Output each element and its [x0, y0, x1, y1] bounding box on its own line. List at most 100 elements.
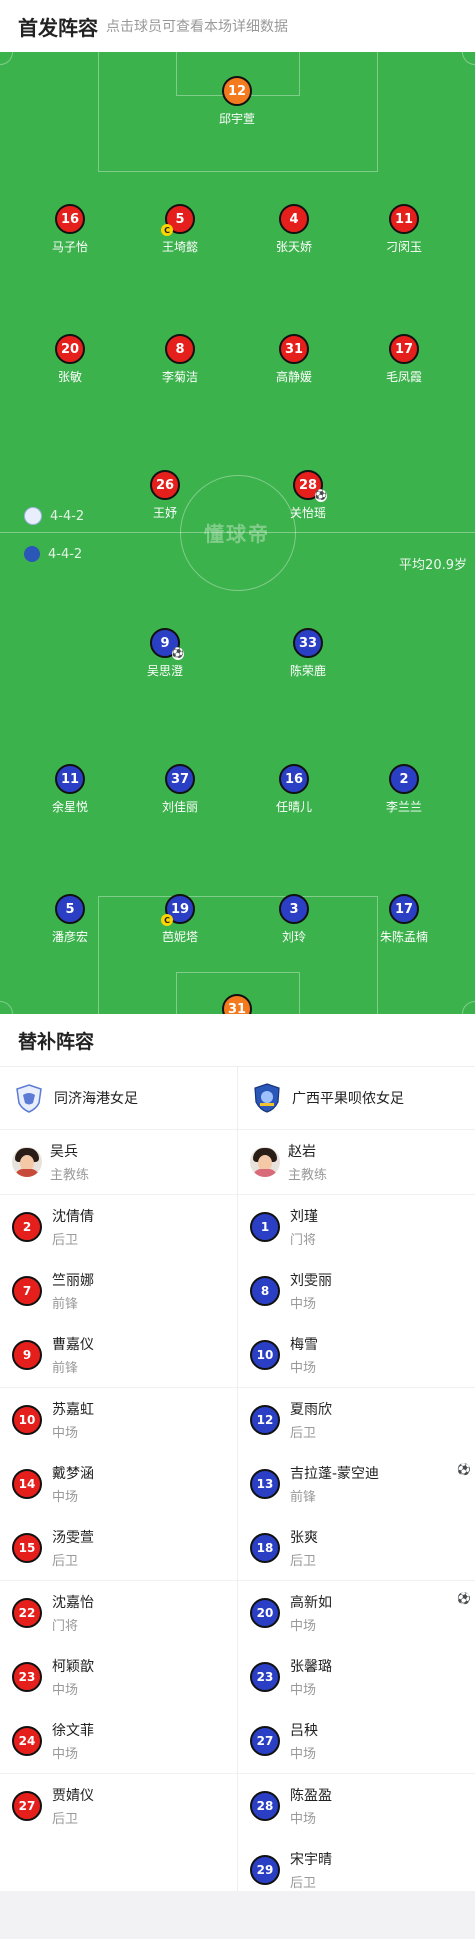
home-coach[interactable]: 吴兵 主教练	[0, 1130, 237, 1195]
player-name: 关怡瑶	[289, 506, 326, 520]
coach-name: 赵岩	[288, 1144, 316, 1160]
away-player[interactable]: 5 潘彦宏	[25, 894, 115, 945]
home-player[interactable]: 12 邱宇萱	[192, 76, 282, 127]
sub-player-position: 中场	[52, 1683, 79, 1698]
player-name: 潘彦宏	[51, 930, 88, 944]
home-team-icon	[24, 507, 42, 525]
sub-player-row[interactable]: 10 苏嘉虹 中场	[0, 1388, 237, 1452]
sub-player-row[interactable]: 22 沈嘉怡 门将	[0, 1581, 237, 1645]
corner-arc	[0, 1001, 13, 1014]
sub-player-name: 汤雯萱	[52, 1530, 94, 1546]
home-player[interactable]: 16 马子怡	[25, 204, 115, 255]
sub-player-name: 宋宇晴	[290, 1852, 332, 1868]
sub-player-row[interactable]: 7 竺丽娜 前锋	[0, 1259, 237, 1323]
home-player[interactable]: 20 张敏	[25, 334, 115, 385]
sub-player-row[interactable]: 27 贾婧仪 后卫	[0, 1774, 237, 1838]
sub-player-name: 苏嘉虹	[52, 1402, 94, 1418]
sub-player-name: 戴梦涵	[52, 1466, 94, 1482]
captain-badge-icon: C	[161, 914, 173, 926]
sub-player-row[interactable]: 27 吕秧 中场	[238, 1709, 475, 1774]
player-name: 马子怡	[51, 240, 88, 254]
sub-player-row[interactable]: 23 柯颖歆 中场	[0, 1645, 237, 1709]
home-team-header[interactable]: 同济海港女足	[0, 1067, 237, 1130]
home-player[interactable]: 11 刁闵玉	[359, 204, 449, 255]
lineup-page: 首发阵容 点击球员可查看本场详细数据 懂球帝 4-4-2 4-4-2 平均20.…	[0, 0, 475, 1939]
away-player[interactable]: 2 李兰兰	[359, 764, 449, 815]
sub-player-row[interactable]: 24 徐文菲 中场	[0, 1709, 237, 1774]
away-player[interactable]: 16 任晴儿	[249, 764, 339, 815]
sub-player-position: 前锋	[290, 1490, 317, 1505]
sub-player-number: 10	[250, 1340, 280, 1370]
sub-player-name: 刘雯丽	[290, 1273, 332, 1289]
away-player[interactable]: 19 C 芭妮塔	[135, 894, 225, 945]
sub-player-row[interactable]: 9 曹嘉仪 前锋	[0, 1323, 237, 1388]
sub-player-number: 23	[250, 1662, 280, 1692]
home-player[interactable]: 8 李菊洁	[135, 334, 225, 385]
sub-player-row[interactable]: 10 梅雪 中场	[238, 1323, 475, 1388]
player-name: 张天娇	[275, 240, 312, 254]
away-coach[interactable]: 赵岩 主教练	[238, 1130, 475, 1195]
home-player[interactable]: 31 高静媛	[249, 334, 339, 385]
corner-arc	[462, 52, 475, 65]
sub-player-position: 中场	[290, 1683, 317, 1698]
player-number: 28 ⚽	[293, 470, 327, 502]
player-number: 20	[55, 334, 85, 364]
player-name: 刘玲	[281, 930, 306, 944]
sub-player-position: 中场	[52, 1426, 79, 1441]
sub-player-name: 张爽	[290, 1530, 318, 1546]
lineup-hint: 点击球员可查看本场详细数据	[106, 19, 288, 35]
home-player[interactable]: 4 张天娇	[249, 204, 339, 255]
avatar	[12, 1147, 42, 1177]
away-player[interactable]: 33 陈荣鹿	[263, 628, 353, 679]
away-player[interactable]: 11 余星悦	[25, 764, 115, 815]
away-player[interactable]: 17 朱陈孟楠	[359, 894, 449, 945]
home-player[interactable]: 26 王妤	[120, 470, 210, 521]
sub-player-name: 刘瑾	[290, 1209, 318, 1225]
sub-player-row[interactable]: 28 陈盈盈 中场	[238, 1774, 475, 1838]
sub-player-row[interactable]: 14 戴梦涵 中场	[0, 1452, 237, 1516]
sub-player-position: 中场	[52, 1490, 79, 1505]
player-number: 17	[389, 334, 419, 364]
sub-player-row[interactable]: 13 吉拉蓬-蒙空迪 前锋 ⚽	[238, 1452, 475, 1516]
sub-player-number: 18	[250, 1533, 280, 1563]
sub-player-number: 13	[250, 1469, 280, 1499]
sub-player-row[interactable]: 15 汤雯萱 后卫	[0, 1516, 237, 1581]
sub-player-row[interactable]: 2 沈倩倩 后卫	[0, 1195, 237, 1259]
sub-player-position: 后卫	[290, 1426, 317, 1441]
sub-player-row[interactable]: 23 张馨璐 中场	[238, 1645, 475, 1709]
player-name: 吴思澄	[146, 664, 183, 678]
away-team-header[interactable]: 广西平果呗侬女足	[238, 1067, 475, 1130]
sub-player-name: 柯颖歆	[52, 1659, 94, 1675]
away-player[interactable]: 37 刘佳丽	[135, 764, 225, 815]
away-player[interactable]: 31梁耀月	[192, 994, 282, 1014]
player-number: 8	[165, 334, 195, 364]
player-number: 5	[55, 894, 85, 924]
sub-player-number: 29	[250, 1855, 280, 1885]
sub-player-row[interactable]: 18 张爽后卫	[238, 1516, 475, 1581]
sub-player-row[interactable]: 1 刘瑾 门将	[238, 1195, 475, 1259]
player-number: 26	[150, 470, 180, 500]
player-name: 李兰兰	[385, 800, 422, 814]
away-player[interactable]: 3 刘玲	[249, 894, 339, 945]
sub-player-position: 后卫	[290, 1554, 317, 1569]
home-player[interactable]: 5 C 王埼懿	[135, 204, 225, 255]
home-player[interactable]: 28 ⚽ 关怡瑶	[263, 470, 353, 521]
sub-player-position: 门将	[290, 1233, 317, 1248]
sub-player-position: 中场	[52, 1747, 79, 1762]
sub-player-number: 27	[12, 1791, 42, 1821]
sub-player-name: 梅雪	[290, 1337, 318, 1353]
sub-player-row[interactable]: 12 夏雨欣 后卫	[238, 1388, 475, 1452]
player-name: 陈荣鹿	[289, 664, 326, 678]
home-player[interactable]: 17 毛凤霞	[359, 334, 449, 385]
sub-player-row[interactable]: 8 刘雯丽 中场	[238, 1259, 475, 1323]
player-number: 16	[279, 764, 309, 794]
sub-player-position: 中场	[290, 1619, 317, 1634]
sub-player-name: 曹嘉仪	[52, 1337, 94, 1353]
pitch: 懂球帝 4-4-2 4-4-2 平均20.9岁 12 邱宇萱 16 马子怡 5 C 王埼懿 4…	[0, 52, 475, 1014]
player-name: 王妤	[152, 506, 177, 520]
away-player[interactable]: 9 ⚽ 吴思澄	[120, 628, 210, 679]
sub-player-row[interactable]: 20 高新如 中场 ⚽	[238, 1581, 475, 1645]
sub-player-number: 27	[250, 1726, 280, 1756]
corner-arc	[0, 52, 13, 65]
avatar	[250, 1147, 280, 1177]
